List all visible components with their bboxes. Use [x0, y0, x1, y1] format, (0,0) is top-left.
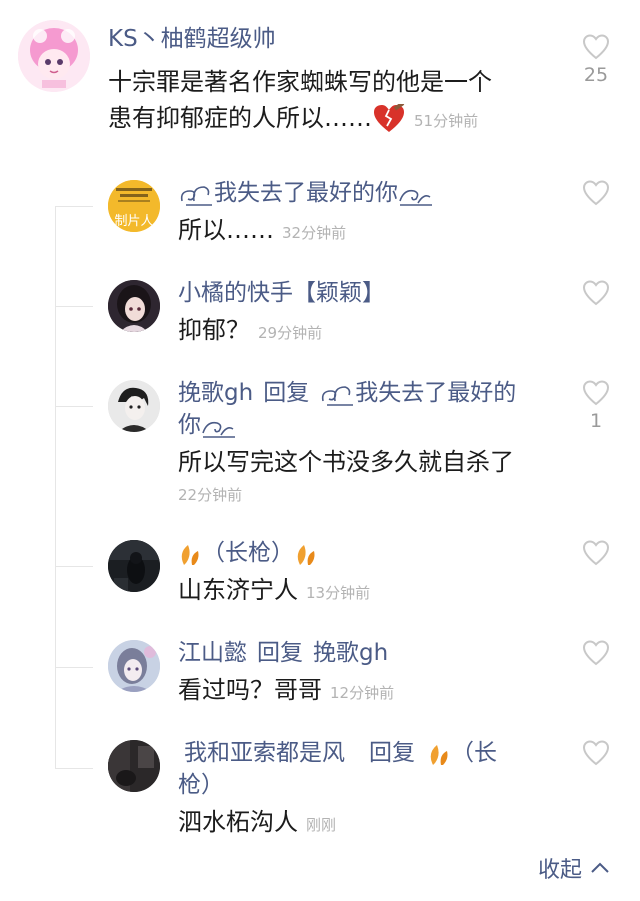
broken-heart-emoji-icon — [374, 104, 405, 132]
reply-to-username[interactable]: 我失去了最好的 — [355, 380, 516, 406]
reply-time: 刚刚 — [306, 816, 337, 834]
avatar[interactable]: 制片人 — [108, 180, 160, 232]
thread-branch — [55, 206, 93, 207]
reply-to-username[interactable]: 挽歌gh — [313, 640, 388, 666]
reply-text: 看过吗？哥哥 12分钟前 — [178, 672, 568, 711]
reply-text-content: 山东济宁人 — [178, 576, 298, 604]
like-button[interactable] — [576, 540, 616, 566]
comment-text: 十宗罪是著名作家蜘蛛写的他是一个 患有抑郁症的人所以…… 51分钟前 — [108, 64, 568, 139]
reply-keyword: 回复 — [263, 380, 310, 406]
reply-username-text: （长枪） — [202, 540, 294, 566]
heart-outline-icon — [582, 280, 610, 306]
heart-outline-icon — [582, 180, 610, 206]
reply-text-content: 抑郁？ — [178, 316, 250, 344]
avatar[interactable] — [108, 640, 160, 692]
reply-username[interactable]: 挽歌gh 回复 我失去了最好的 你 — [178, 378, 568, 440]
leaf-icon — [181, 544, 199, 565]
heart-outline-icon — [582, 540, 610, 566]
reply-username-text: 江山懿 — [178, 640, 247, 666]
anime-avatar-image — [18, 20, 90, 92]
reply-text: 所以…… 32分钟前 — [178, 212, 568, 251]
avatar[interactable] — [18, 20, 90, 92]
reply-time: 32分钟前 — [282, 224, 347, 242]
reply-username[interactable]: 我失去了最好的你 — [178, 178, 568, 208]
reply-username-text: 我和亚索都是风 — [184, 740, 345, 766]
like-button[interactable] — [576, 280, 616, 306]
reply-username[interactable]: 我和亚索都是风 回复 （长 枪） — [178, 738, 568, 800]
like-button[interactable] — [576, 180, 616, 206]
reply-username-text: 挽歌gh — [178, 380, 254, 406]
avatar[interactable] — [108, 380, 160, 432]
like-button[interactable]: 1 — [576, 380, 616, 432]
reply-to-username-tail[interactable]: 你 — [178, 412, 201, 438]
thread-branch — [55, 566, 93, 567]
reply-time: 12分钟前 — [330, 684, 395, 702]
comment-username[interactable]: KS丶柚鹤超级帅 — [108, 24, 568, 54]
reply-username[interactable]: 小橘的快手【颖颖】 — [178, 278, 568, 308]
swirl-decoration-icon — [322, 385, 354, 406]
dark-photo-avatar-image — [108, 540, 160, 592]
comment-text-line2: 患有抑郁症的人所以…… 51分钟前 — [108, 100, 568, 139]
producer-logo-image: 制片人 — [108, 180, 160, 232]
reply-text: 山东济宁人 13分钟前 — [178, 572, 568, 611]
reply-time: 13分钟前 — [306, 584, 371, 602]
reply-time: 22分钟前 — [178, 486, 243, 504]
anime-girl-avatar-image — [108, 640, 160, 692]
thread-branch — [55, 667, 93, 668]
comment-time: 51分钟前 — [414, 112, 479, 130]
reply-keyword: 回复 — [257, 640, 303, 666]
avatar-label: 制片人 — [114, 214, 153, 229]
swirl-decoration-icon — [202, 421, 235, 438]
like-count: 1 — [589, 410, 603, 432]
like-button[interactable]: 25 — [576, 34, 616, 86]
avatar[interactable] — [108, 740, 160, 792]
reply-keyword: 回复 — [369, 740, 415, 766]
swirl-decoration-icon — [399, 189, 432, 206]
like-button[interactable] — [576, 740, 616, 766]
heart-outline-icon — [582, 380, 610, 406]
reply-username[interactable]: （长枪） — [178, 538, 568, 568]
anime-girl-avatar-image — [108, 280, 160, 332]
thread-line — [55, 206, 56, 768]
reply-time: 29分钟前 — [258, 324, 323, 342]
heart-outline-icon — [582, 740, 610, 766]
reply-username-text: 我失去了最好的你 — [214, 180, 398, 206]
reply-text-content: 所以…… — [178, 216, 274, 244]
avatar[interactable] — [108, 540, 160, 592]
reply-text-content: 看过吗？哥哥 — [178, 676, 322, 704]
reply-text: 泗水柘沟人 刚刚 — [178, 804, 568, 843]
collapse-button[interactable]: 收起 — [538, 852, 610, 884]
reply-username[interactable]: 江山懿 回复 挽歌gh — [178, 638, 568, 668]
anime-boy-avatar-image — [108, 380, 160, 432]
heart-outline-icon — [582, 640, 610, 666]
thread-branch — [55, 306, 93, 307]
comment-text-line1: 十宗罪是著名作家蜘蛛写的他是一个 — [108, 68, 492, 96]
leaf-icon — [297, 544, 315, 565]
reply-text-content: 泗水柘沟人 — [178, 808, 298, 836]
like-button[interactable] — [576, 640, 616, 666]
leaf-icon — [430, 744, 448, 765]
comment-text-line2-text: 患有抑郁症的人所以…… — [108, 104, 372, 132]
reply-text: 所以写完这个书没多久就自杀了 — [178, 448, 514, 476]
collapse-label: 收起 — [537, 858, 582, 883]
thread-branch — [55, 406, 93, 407]
swirl-decoration-icon — [180, 185, 212, 206]
thread-branch — [55, 768, 93, 769]
dark-photo-avatar-image — [108, 740, 160, 792]
avatar[interactable] — [108, 280, 160, 332]
reply-text: 抑郁？ 29分钟前 — [178, 312, 568, 351]
like-count: 25 — [583, 64, 609, 86]
chevron-up-icon — [591, 862, 609, 873]
heart-outline-icon — [582, 34, 610, 60]
reply-to-username-tail[interactable]: 枪） — [178, 772, 224, 798]
reply-to-username[interactable]: （长 — [451, 740, 497, 766]
